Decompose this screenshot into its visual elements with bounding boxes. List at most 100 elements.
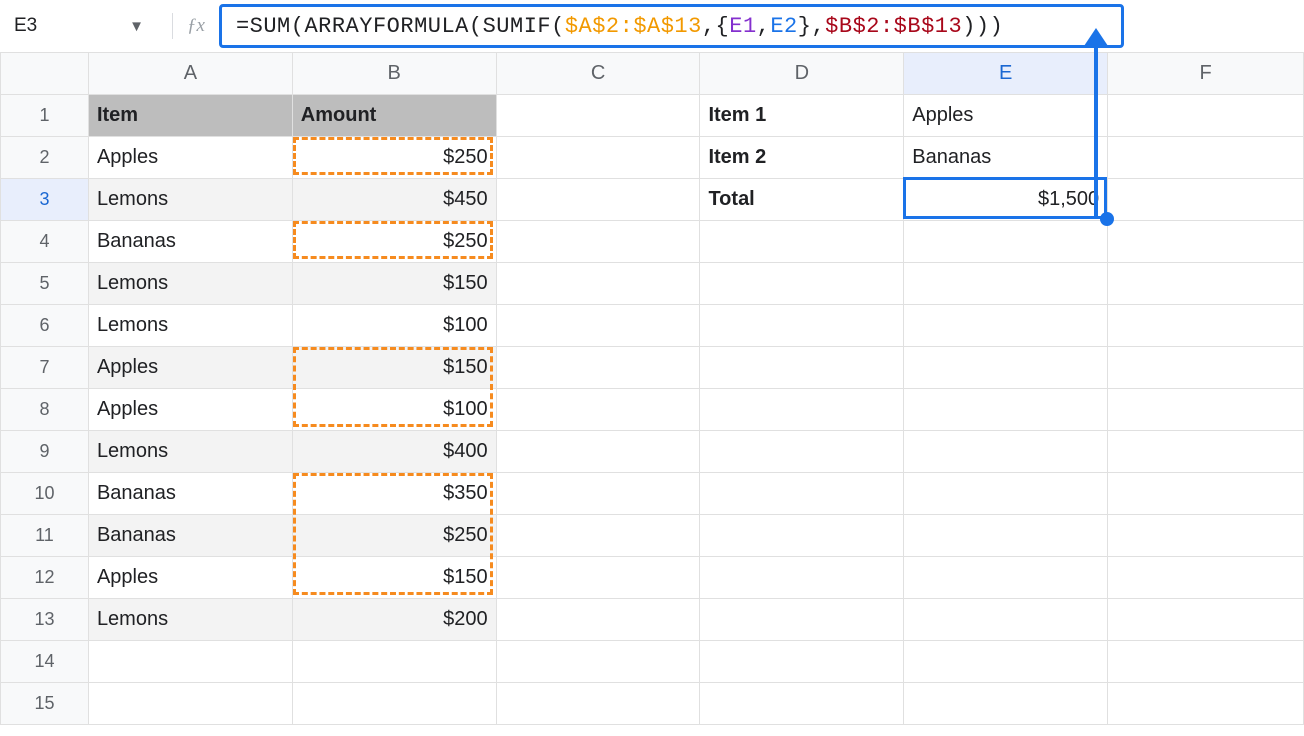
row-header-1[interactable]: 1 [1, 95, 89, 137]
cell-A2[interactable]: Apples [88, 137, 292, 179]
cell-E4[interactable] [904, 221, 1108, 263]
cell-C1[interactable] [496, 95, 700, 137]
cell-D14[interactable] [700, 641, 904, 683]
cell-E12[interactable] [904, 557, 1108, 599]
row-header-12[interactable]: 12 [1, 557, 89, 599]
cell-F11[interactable] [1108, 515, 1304, 557]
cell-A12[interactable]: Apples [88, 557, 292, 599]
cell-E15[interactable] [904, 683, 1108, 725]
cell-B15[interactable] [292, 683, 496, 725]
cell-F15[interactable] [1108, 683, 1304, 725]
cell-D10[interactable] [700, 473, 904, 515]
cell-E5[interactable] [904, 263, 1108, 305]
cell-B1[interactable]: Amount [292, 95, 496, 137]
cell-D7[interactable] [700, 347, 904, 389]
cell-F2[interactable] [1108, 137, 1304, 179]
fill-handle[interactable] [1100, 212, 1114, 226]
cell-D2[interactable]: Item 2 [700, 137, 904, 179]
cell-E3[interactable]: $1,500 [904, 179, 1108, 221]
cell-B13[interactable]: $200 [292, 599, 496, 641]
cell-F8[interactable] [1108, 389, 1304, 431]
cell-A8[interactable]: Apples [88, 389, 292, 431]
cell-C12[interactable] [496, 557, 700, 599]
cell-A15[interactable] [88, 683, 292, 725]
cell-D5[interactable] [700, 263, 904, 305]
cell-C15[interactable] [496, 683, 700, 725]
row-header-5[interactable]: 5 [1, 263, 89, 305]
row-header-9[interactable]: 9 [1, 431, 89, 473]
cell-B9[interactable]: $400 [292, 431, 496, 473]
cell-F14[interactable] [1108, 641, 1304, 683]
cell-E2[interactable]: Bananas [904, 137, 1108, 179]
cell-A3[interactable]: Lemons [88, 179, 292, 221]
cell-B6[interactable]: $100 [292, 305, 496, 347]
cell-A11[interactable]: Bananas [88, 515, 292, 557]
cell-B10[interactable]: $350 [292, 473, 496, 515]
cell-F7[interactable] [1108, 347, 1304, 389]
row-header-13[interactable]: 13 [1, 599, 89, 641]
cell-B2[interactable]: $250 [292, 137, 496, 179]
cell-C8[interactable] [496, 389, 700, 431]
cell-E11[interactable] [904, 515, 1108, 557]
cell-B12[interactable]: $150 [292, 557, 496, 599]
cell-B7[interactable]: $150 [292, 347, 496, 389]
cell-F10[interactable] [1108, 473, 1304, 515]
row-header-4[interactable]: 4 [1, 221, 89, 263]
cell-D9[interactable] [700, 431, 904, 473]
cell-C3[interactable] [496, 179, 700, 221]
cell-E13[interactable] [904, 599, 1108, 641]
cell-B11[interactable]: $250 [292, 515, 496, 557]
name-box[interactable]: E3 ▼ [10, 8, 158, 44]
cell-B5[interactable]: $150 [292, 263, 496, 305]
cell-C6[interactable] [496, 305, 700, 347]
cell-C13[interactable] [496, 599, 700, 641]
cell-C2[interactable] [496, 137, 700, 179]
cell-D12[interactable] [700, 557, 904, 599]
cell-E14[interactable] [904, 641, 1108, 683]
cell-B4[interactable]: $250 [292, 221, 496, 263]
cell-A14[interactable] [88, 641, 292, 683]
cell-D1[interactable]: Item 1 [700, 95, 904, 137]
cell-A1[interactable]: Item [88, 95, 292, 137]
cell-F12[interactable] [1108, 557, 1304, 599]
cell-D3[interactable]: Total [700, 179, 904, 221]
row-header-7[interactable]: 7 [1, 347, 89, 389]
cell-A7[interactable]: Apples [88, 347, 292, 389]
cell-C4[interactable] [496, 221, 700, 263]
cell-F3[interactable] [1108, 179, 1304, 221]
cell-E8[interactable] [904, 389, 1108, 431]
cell-A4[interactable]: Bananas [88, 221, 292, 263]
cell-A13[interactable]: Lemons [88, 599, 292, 641]
cell-F5[interactable] [1108, 263, 1304, 305]
cell-D4[interactable] [700, 221, 904, 263]
row-header-3[interactable]: 3 [1, 179, 89, 221]
cell-F6[interactable] [1108, 305, 1304, 347]
cell-C7[interactable] [496, 347, 700, 389]
row-header-6[interactable]: 6 [1, 305, 89, 347]
cell-D15[interactable] [700, 683, 904, 725]
column-header-f[interactable]: F [1108, 53, 1304, 95]
formula-bar[interactable]: =SUM(ARRAYFORMULA(SUMIF($A$2:$A$13, {E1,… [219, 4, 1124, 48]
cell-A6[interactable]: Lemons [88, 305, 292, 347]
cell-B3[interactable]: $450 [292, 179, 496, 221]
row-header-11[interactable]: 11 [1, 515, 89, 557]
row-header-10[interactable]: 10 [1, 473, 89, 515]
cell-A5[interactable]: Lemons [88, 263, 292, 305]
cell-C14[interactable] [496, 641, 700, 683]
name-box-dropdown-icon[interactable]: ▼ [129, 18, 144, 35]
cell-E6[interactable] [904, 305, 1108, 347]
column-header-b[interactable]: B [292, 53, 496, 95]
column-header-e[interactable]: E [904, 53, 1108, 95]
cell-F1[interactable] [1108, 95, 1304, 137]
row-header-14[interactable]: 14 [1, 641, 89, 683]
cell-C5[interactable] [496, 263, 700, 305]
row-header-8[interactable]: 8 [1, 389, 89, 431]
cell-E9[interactable] [904, 431, 1108, 473]
cell-B14[interactable] [292, 641, 496, 683]
cell-B8[interactable]: $100 [292, 389, 496, 431]
cell-E7[interactable] [904, 347, 1108, 389]
cell-A10[interactable]: Bananas [88, 473, 292, 515]
cell-A9[interactable]: Lemons [88, 431, 292, 473]
select-all-corner[interactable] [1, 53, 89, 95]
row-header-15[interactable]: 15 [1, 683, 89, 725]
